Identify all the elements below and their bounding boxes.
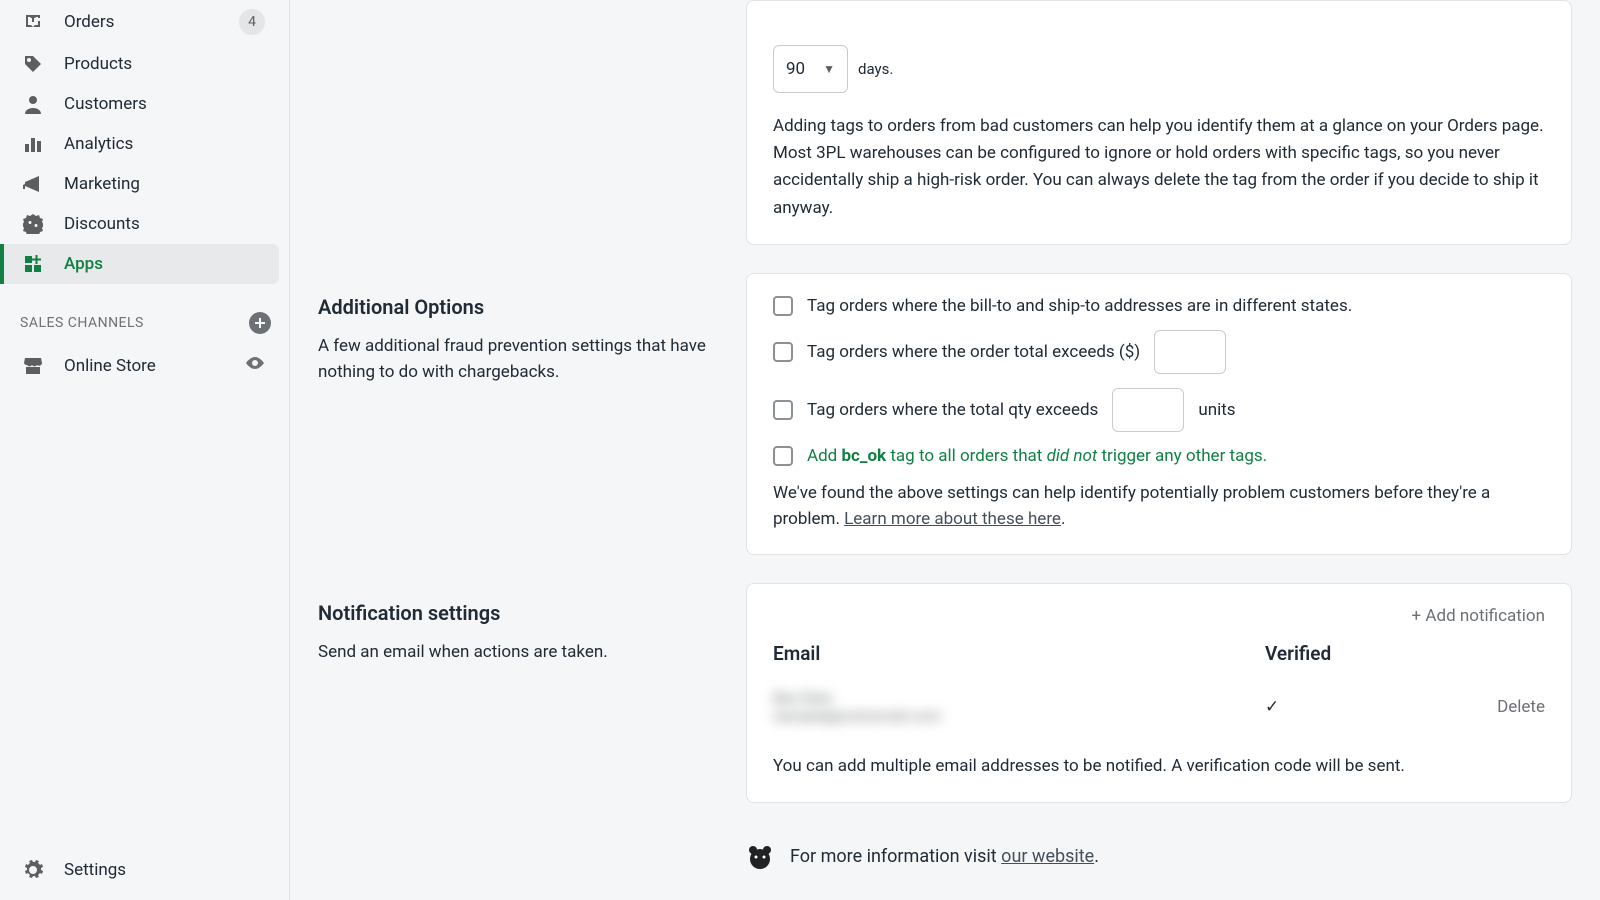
gear-icon [22, 859, 44, 881]
page-footer: For more information visit our website. [746, 843, 1572, 871]
notification-card: + Add notification Email Verified Ben Ro… [746, 583, 1572, 802]
col-verified: Verified [1265, 642, 1425, 665]
sidebar-item-customers[interactable]: Customers [0, 84, 279, 124]
footer-post: . [1094, 846, 1099, 867]
checkbox-bc-ok[interactable] [773, 446, 793, 466]
notif-email: sample@protonmail.com [773, 707, 1265, 725]
sidebar-item-label: Marketing [64, 174, 265, 194]
opt4-suf: trigger any other tags. [1097, 446, 1267, 466]
days-suffix: days. [858, 60, 893, 78]
notif-footer-text: You can add multiple email addresses to … [773, 753, 1545, 779]
section-desc: Send an email when actions are taken. [318, 639, 718, 665]
checkbox-label: Tag orders where the bill-to and ship-to… [807, 296, 1352, 316]
sidebar-item-label: Discounts [64, 214, 265, 234]
notif-row: Ben Role sample@protonmail.com ✓ Delete [773, 679, 1545, 745]
checkbox-diff-states[interactable] [773, 296, 793, 316]
tagging-card: 90 ▼ days. Adding tags to orders from ba… [746, 0, 1572, 245]
section-meta-spacer [318, 0, 718, 22]
inbox-icon [22, 11, 44, 33]
footer-pre: For more information visit [790, 846, 1001, 867]
delete-notification-button[interactable]: Delete [1497, 697, 1545, 717]
discount-icon [22, 213, 44, 235]
orders-badge: 4 [239, 9, 265, 35]
additional-footer: We've found the above settings can help … [773, 480, 1545, 533]
sidebar-item-label: Analytics [64, 134, 265, 154]
person-icon [22, 93, 44, 115]
sales-channels-header: SALES CHANNELS [0, 284, 289, 344]
learn-more-link[interactable]: Learn more about these here [844, 509, 1061, 529]
megaphone-icon [22, 173, 44, 195]
view-store-icon[interactable] [245, 353, 265, 378]
sidebar-item-label: Products [64, 54, 265, 74]
chevron-down-icon: ▼ [823, 62, 835, 76]
sidebar-item-marketing[interactable]: Marketing [0, 164, 279, 204]
add-notification-button[interactable]: + Add notification [1412, 606, 1545, 626]
sidebar-item-analytics[interactable]: Analytics [0, 124, 279, 164]
opt4-pre: Add [807, 446, 841, 466]
notif-name: Ben Role [773, 689, 1265, 707]
sidebar-item-label: Customers [64, 94, 265, 114]
total-qty-input[interactable] [1112, 388, 1184, 432]
checkbox-label: Tag orders where the total qty exceeds [807, 400, 1098, 420]
section-desc: A few additional fraud prevention settin… [318, 333, 718, 386]
sidebar-item-orders[interactable]: Orders 4 [0, 0, 279, 44]
section-title: Notification settings [318, 601, 718, 625]
sidebar-item-online-store[interactable]: Online Store [0, 344, 279, 387]
sidebar-item-label: Orders [64, 12, 239, 32]
notif-table-header: Email Verified [773, 634, 1545, 679]
section-title: Additional Options [318, 295, 718, 319]
additional-options-card: Tag orders where the bill-to and ship-to… [746, 273, 1572, 556]
sidebar-item-label: Apps [64, 254, 265, 274]
opt4-bold: bc_ok [841, 446, 886, 466]
sales-channels-label: SALES CHANNELS [20, 315, 144, 331]
add-channel-button[interactable] [249, 312, 271, 334]
opt4-italic: did not [1047, 446, 1098, 466]
footer-text: For more information visit our website. [790, 846, 1099, 867]
sidebar-item-products[interactable]: Products [0, 44, 279, 84]
tagging-help-text: Adding tags to orders from bad customers… [773, 113, 1545, 222]
sidebar-item-settings[interactable]: Settings [0, 850, 279, 890]
sidebar-item-label: Online Store [64, 356, 245, 376]
days-value: 90 [786, 59, 805, 79]
checkbox-label: Add bc_ok tag to all orders that did not… [807, 446, 1267, 466]
checkbox-order-total[interactable] [773, 342, 793, 362]
order-total-input[interactable] [1154, 330, 1226, 374]
sidebar: Orders 4 Products Customers Analytics [0, 0, 290, 900]
store-icon [22, 355, 44, 377]
sidebar-item-apps[interactable]: Apps [0, 244, 279, 284]
qty-suffix: units [1198, 400, 1235, 420]
tag-icon [22, 53, 44, 75]
bars-icon [22, 133, 44, 155]
verified-check-icon: ✓ [1265, 697, 1279, 717]
additional-options-meta: Additional Options A few additional frau… [318, 273, 718, 386]
checkbox-label: Tag orders where the order total exceeds… [807, 342, 1140, 362]
notification-meta: Notification settings Send an email when… [318, 583, 718, 665]
apps-icon [22, 253, 44, 275]
days-select[interactable]: 90 ▼ [773, 45, 848, 93]
col-actions [1425, 642, 1545, 665]
opt4-mid: tag to all orders that [886, 446, 1046, 466]
sidebar-item-label: Settings [64, 860, 265, 880]
sidebar-item-discounts[interactable]: Discounts [0, 204, 279, 244]
app-logo-icon [746, 843, 774, 871]
main-content: 90 ▼ days. Adding tags to orders from ba… [290, 0, 1600, 900]
our-website-link[interactable]: our website [1001, 846, 1094, 867]
footer-post: . [1061, 509, 1065, 529]
checkbox-total-qty[interactable] [773, 400, 793, 420]
col-email: Email [773, 642, 1265, 665]
